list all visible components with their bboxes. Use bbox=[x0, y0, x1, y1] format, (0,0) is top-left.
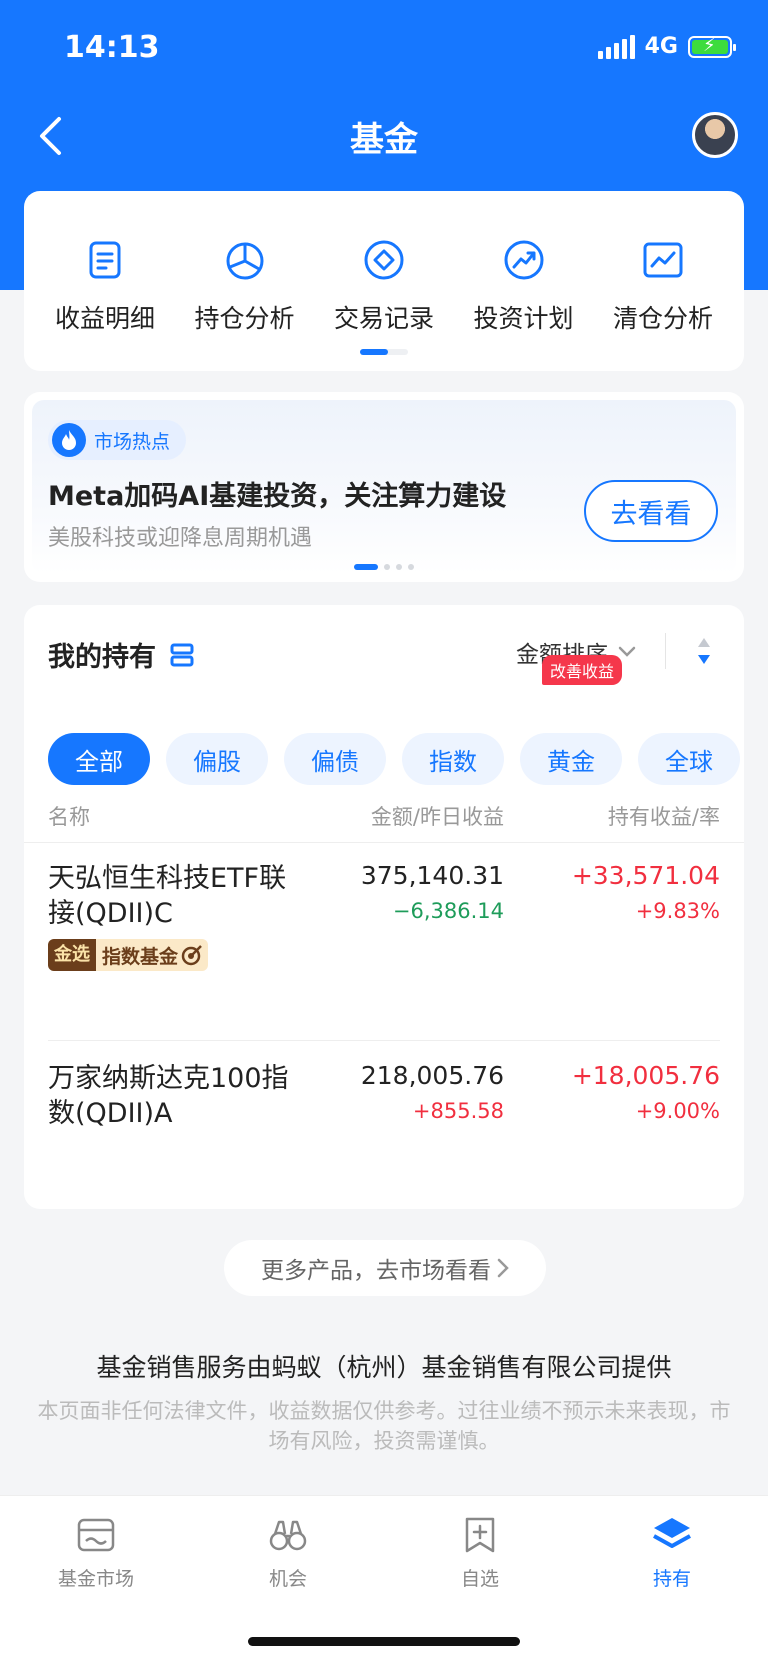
tab-label: 持有 bbox=[652, 1568, 691, 1590]
tool-label: 清仓分析 bbox=[612, 304, 713, 333]
divider bbox=[48, 1040, 720, 1041]
tool-label: 投资计划 bbox=[473, 304, 574, 333]
pie-chart-icon bbox=[226, 242, 263, 280]
sort-order-icon[interactable] bbox=[696, 635, 712, 667]
tab-label: 自选 bbox=[460, 1568, 499, 1590]
tool-invest-plan[interactable]: 投资计划 bbox=[459, 237, 589, 335]
tool-income-detail[interactable]: 收益明细 bbox=[40, 237, 170, 335]
fund-hold-rate: +9.83% bbox=[635, 899, 720, 923]
tab-opportunity[interactable]: 机会 bbox=[213, 1514, 363, 1591]
chip-equity[interactable]: 偏股 bbox=[166, 733, 268, 785]
tab-holdings[interactable]: 持有 bbox=[597, 1514, 747, 1591]
column-name: 名称 bbox=[48, 805, 90, 829]
fund-hold-profit: +33,571.04 bbox=[571, 861, 720, 890]
tab-watchlist[interactable]: 自选 bbox=[405, 1514, 555, 1591]
fund-name: 万家纳斯达克100指数(QDII)A bbox=[48, 1063, 289, 1129]
avatar[interactable] bbox=[692, 112, 738, 158]
tool-position-analysis[interactable]: 持仓分析 bbox=[180, 237, 310, 335]
fund-day-profit: +855.58 bbox=[412, 1099, 504, 1123]
hot-subtitle: 美股科技或迎降息周期机遇 bbox=[48, 526, 313, 551]
trend-circle-icon bbox=[504, 240, 543, 280]
chevron-right-icon bbox=[497, 1258, 509, 1278]
category-chips: 全部 偏股 偏债 指数 黄金 全球 bbox=[48, 719, 744, 795]
diamond-icon bbox=[364, 240, 404, 280]
table-header: 名称 金额/昨日收益 持有收益/率 bbox=[48, 801, 720, 841]
hot-tag: 市场热点 bbox=[48, 420, 187, 460]
divider bbox=[24, 842, 744, 843]
page-title: 基金 bbox=[350, 120, 418, 160]
holdings-title: 我的持有 bbox=[48, 635, 194, 674]
status-icons: 4G ⚡ bbox=[597, 34, 736, 59]
market-icon bbox=[77, 1518, 115, 1552]
fund-name: 天弘恒生科技ETF联接(QDII)C bbox=[48, 863, 287, 929]
more-products-label: 更多产品，去市场看看 bbox=[261, 1258, 491, 1284]
tool-label: 交易记录 bbox=[333, 304, 434, 333]
tab-label: 基金市场 bbox=[57, 1568, 134, 1590]
tab-fund-market[interactable]: 基金市场 bbox=[21, 1514, 171, 1591]
banner-pagination bbox=[354, 564, 414, 570]
holdings-card: 我的持有 金额排序 全部 偏股 偏债 指数 黄金 全球 改善收益 名称 金额/昨… bbox=[24, 605, 744, 1209]
fund-tag-text: 指数基金 bbox=[102, 945, 179, 968]
binoculars-icon bbox=[269, 1520, 307, 1551]
chip-bond[interactable]: 偏债 bbox=[284, 733, 386, 785]
layers-icon bbox=[653, 1518, 691, 1548]
tool-label: 持仓分析 bbox=[194, 304, 295, 333]
chip-all[interactable]: 全部 bbox=[48, 733, 150, 785]
tool-label: 收益明细 bbox=[54, 304, 155, 333]
column-profit: 持有收益/率 bbox=[607, 805, 720, 829]
flame-icon bbox=[52, 423, 86, 457]
provider-text: 基金销售服务由蚂蚁（杭州）基金销售有限公司提供 bbox=[96, 1353, 672, 1382]
fund-hold-profit: +18,005.76 bbox=[571, 1061, 720, 1090]
tool-trade-records[interactable]: 交易记录 bbox=[319, 237, 449, 335]
chevron-down-icon bbox=[618, 646, 636, 657]
improve-income-badge: 改善收益 bbox=[542, 655, 623, 685]
tab-label: 机会 bbox=[268, 1568, 307, 1590]
target-icon bbox=[181, 945, 202, 966]
fund-tag: 金选 指数基金 bbox=[48, 939, 209, 971]
fund-day-profit: −6,386.14 bbox=[392, 899, 504, 923]
status-time: 14:13 bbox=[64, 30, 160, 65]
document-icon bbox=[89, 241, 121, 279]
fund-amount: 375,140.31 bbox=[360, 861, 504, 890]
chip-gold-label: 黄金 bbox=[547, 747, 595, 776]
more-products-button[interactable]: 更多产品，去市场看看 bbox=[224, 1240, 546, 1296]
bookmark-add-icon bbox=[465, 1517, 495, 1553]
signal-icon bbox=[597, 34, 635, 59]
status-bar: 14:13 4G ⚡ bbox=[0, 0, 768, 100]
fund-amount: 218,005.76 bbox=[360, 1061, 504, 1090]
tool-clearance-analysis[interactable]: 清仓分析 bbox=[598, 237, 728, 335]
market-hot-banner[interactable]: 市场热点 Meta加码AI基建投资，关注算力建设 美股科技或迎降息周期机遇 去看… bbox=[24, 392, 744, 582]
line-chart-icon bbox=[643, 242, 683, 278]
network-label: 4G bbox=[644, 34, 678, 59]
fund-hold-rate: +9.00% bbox=[635, 1099, 720, 1123]
view-toggle-icon[interactable] bbox=[170, 642, 194, 668]
holdings-title-text: 我的持有 bbox=[48, 642, 156, 673]
chip-global[interactable]: 全球 bbox=[638, 733, 740, 785]
divider bbox=[665, 633, 666, 669]
fund-row[interactable]: 万家纳斯达克100指数(QDII)A 218,005.76 +855.58 +1… bbox=[48, 1061, 720, 1201]
disclaimer-text: 本页面非任何法律文件，收益数据仅供参考。过往业绩不预示未来表现，市场有风险，投资… bbox=[37, 1399, 731, 1453]
chip-index[interactable]: 指数 bbox=[402, 733, 504, 785]
home-indicator[interactable] bbox=[248, 1637, 520, 1646]
hot-title: Meta加码AI基建投资，关注算力建设 bbox=[48, 481, 507, 512]
tools-scroll-indicator bbox=[360, 349, 408, 355]
column-amount: 金额/昨日收益 bbox=[370, 805, 504, 829]
tools-card: 收益明细 持仓分析 交易记录 投资计划 清仓分析 bbox=[24, 191, 744, 371]
hot-tag-label: 市场热点 bbox=[94, 430, 171, 453]
go-see-button[interactable]: 去看看 bbox=[584, 480, 718, 542]
chip-gold[interactable]: 黄金 bbox=[520, 733, 622, 785]
fund-row[interactable]: 天弘恒生科技ETF联接(QDII)C 金选 指数基金 375,140.31 −6… bbox=[48, 861, 720, 1016]
battery-icon: ⚡ bbox=[688, 35, 736, 58]
nav-bar: 基金 bbox=[0, 100, 768, 172]
fund-tag-gold: 金选 bbox=[48, 939, 96, 971]
